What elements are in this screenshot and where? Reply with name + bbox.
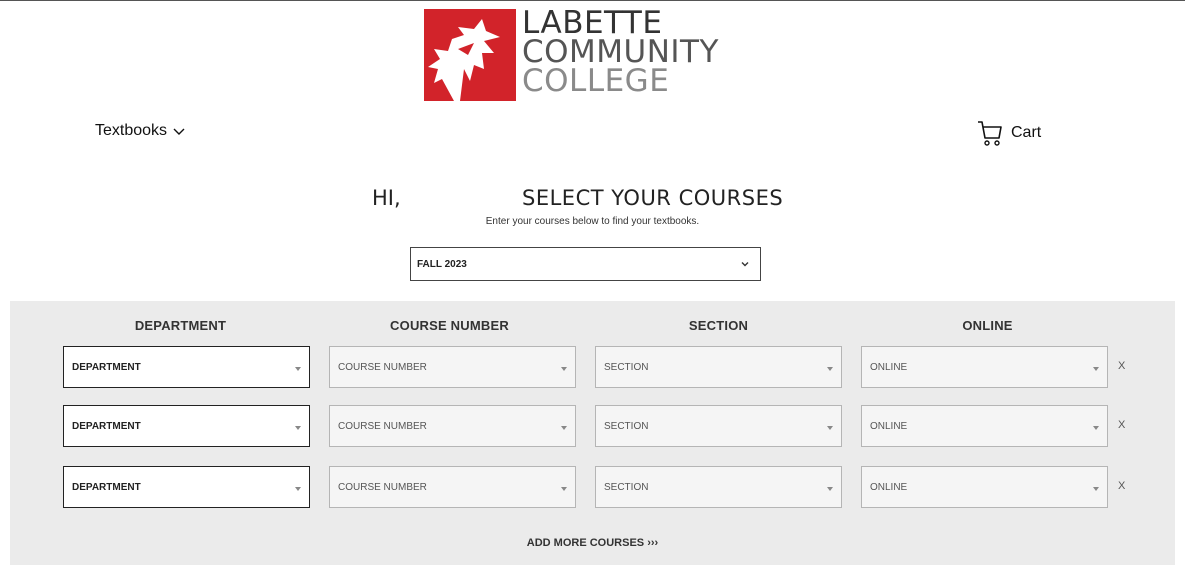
- online-select[interactable]: ONLINE: [861, 466, 1108, 508]
- department-select[interactable]: DEPARTMENT: [63, 466, 310, 508]
- section-select[interactable]: SECTION: [595, 405, 842, 447]
- page-subtitle-text: Enter your courses below to find your te…: [485, 216, 700, 227]
- section-select-value: SECTION: [604, 361, 649, 373]
- online-select[interactable]: ONLINE: [861, 405, 1108, 447]
- dropdown-arrow-icon: [561, 367, 567, 371]
- course-number-select[interactable]: COURSE NUMBER: [329, 346, 576, 388]
- cart-link[interactable]: Cart: [977, 119, 1041, 147]
- chevron-down-icon: [173, 128, 185, 135]
- dropdown-arrow-icon: [827, 367, 833, 371]
- dropdown-arrow-icon: [561, 487, 567, 491]
- department-select-value: DEPARTMENT: [72, 481, 141, 493]
- dropdown-arrow-icon: [295, 426, 301, 430]
- dropdown-arrow-icon: [1093, 367, 1099, 371]
- section-select[interactable]: SECTION: [595, 346, 842, 388]
- online-select-value: ONLINE: [870, 481, 908, 493]
- course-number-select-value: COURSE NUMBER: [338, 361, 427, 373]
- dropdown-arrow-icon: [295, 487, 301, 491]
- remove-row-button[interactable]: X: [1118, 360, 1125, 372]
- cardinal-logo-icon: [424, 9, 516, 101]
- page-subtitle: Enter your courses below to find your te…: [0, 216, 1185, 227]
- column-header-department: DEPARTMENT: [134, 318, 227, 333]
- dropdown-arrow-icon: [561, 426, 567, 430]
- textbooks-label: Textbooks: [95, 122, 168, 139]
- column-header-section: SECTION: [688, 318, 749, 333]
- section-select-value: SECTION: [604, 481, 649, 493]
- chevron-down-icon: [741, 262, 749, 267]
- dropdown-arrow-icon: [827, 426, 833, 430]
- college-logo[interactable]: LABETTE COMMUNITY COLLEGE: [424, 8, 754, 105]
- textbooks-menu[interactable]: Textbooks: [95, 122, 185, 140]
- department-select-value: DEPARTMENT: [72, 361, 141, 373]
- top-border: [0, 0, 1185, 1]
- dropdown-arrow-icon: [1093, 487, 1099, 491]
- department-select[interactable]: DEPARTMENT: [63, 346, 310, 388]
- column-header-online: ONLINE: [962, 318, 1013, 333]
- add-more-courses-button[interactable]: ADD MORE COURSES ›››: [0, 537, 1185, 549]
- department-select[interactable]: DEPARTMENT: [63, 405, 310, 447]
- dropdown-arrow-icon: [827, 487, 833, 491]
- course-number-select[interactable]: COURSE NUMBER: [329, 466, 576, 508]
- dropdown-arrow-icon: [295, 367, 301, 371]
- remove-row-button[interactable]: X: [1118, 480, 1125, 492]
- dropdown-arrow-icon: [1093, 426, 1099, 430]
- page-title: SELECT YOUR COURSES: [522, 186, 784, 210]
- cart-icon: [978, 121, 1002, 146]
- greeting: HI,: [372, 186, 401, 210]
- logo-wordmark: LABETTE COMMUNITY COLLEGE: [522, 8, 719, 99]
- section-select[interactable]: SECTION: [595, 466, 842, 508]
- term-select[interactable]: FALL 2023: [410, 247, 761, 281]
- remove-row-button[interactable]: X: [1118, 419, 1125, 431]
- logo-line-3: COLLEGE: [522, 63, 670, 99]
- course-number-select[interactable]: COURSE NUMBER: [329, 405, 576, 447]
- course-number-select-value: COURSE NUMBER: [338, 420, 427, 432]
- department-select-value: DEPARTMENT: [72, 420, 141, 432]
- online-select[interactable]: ONLINE: [861, 346, 1108, 388]
- section-select-value: SECTION: [604, 420, 649, 432]
- term-select-value: FALL 2023: [417, 258, 467, 270]
- column-header-course-number: COURSE NUMBER: [390, 318, 509, 333]
- online-select-value: ONLINE: [870, 361, 908, 373]
- online-select-value: ONLINE: [870, 420, 908, 432]
- course-number-select-value: COURSE NUMBER: [338, 481, 427, 493]
- cart-label: Cart: [1011, 124, 1042, 141]
